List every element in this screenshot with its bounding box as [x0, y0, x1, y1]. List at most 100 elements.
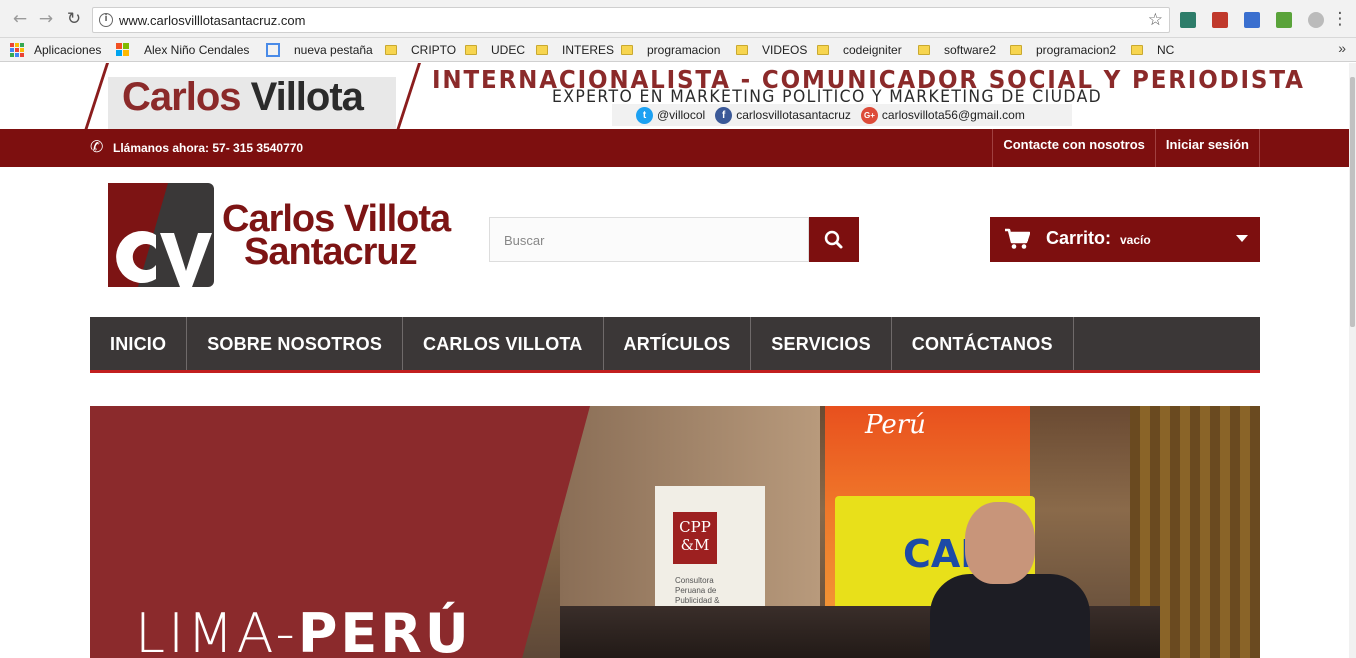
- bookmark-item[interactable]: Alex Niño Cendales: [116, 41, 249, 59]
- bookmark-label: Aplicaciones: [34, 43, 102, 57]
- folder-icon: [536, 45, 548, 55]
- cpp-logo: CPP &M: [673, 512, 717, 564]
- page-icon: [266, 43, 280, 57]
- menu-item-contactanos[interactable]: CONTÁCTANOS: [892, 317, 1074, 370]
- menu-item-inicio[interactable]: INICIO: [90, 317, 188, 370]
- call-us-text: Llámanos ahora: 57- 315 3540770: [113, 141, 304, 155]
- bookmark-folder[interactable]: INTERES: [536, 41, 614, 59]
- folder-icon: [918, 45, 930, 55]
- scrollbar-thumb[interactable]: [1350, 77, 1355, 327]
- hero-photo-speaker-body: [930, 574, 1090, 658]
- bookmark-folder[interactable]: programacion: [621, 41, 720, 59]
- forward-arrow-icon[interactable]: →: [36, 9, 56, 29]
- bookmark-label: VIDEOS: [762, 43, 808, 57]
- menu-item-articulos[interactable]: ARTÍCULOS: [604, 317, 752, 370]
- url-text[interactable]: www.carlosvilllotasantacruz.com: [119, 13, 305, 28]
- bookmark-label: software2: [944, 43, 997, 57]
- facebook-icon: f: [715, 106, 733, 124]
- bookmark-label: nueva pestaña: [294, 43, 373, 57]
- bookmark-label: Alex Niño Cendales: [144, 43, 250, 57]
- bookmark-label: NC: [1157, 43, 1175, 57]
- logo-last-name: Villota: [250, 75, 364, 119]
- bookmark-label: CRIPTO: [411, 43, 457, 57]
- search-placeholder: Buscar: [504, 233, 545, 248]
- microsoft-icon: [116, 43, 130, 57]
- bookmark-item[interactable]: nueva pestaña: [266, 41, 373, 59]
- phone-icon: ✆: [90, 137, 104, 156]
- browser-toolbar: ← → ↻ i www.carlosvilllotasantacruz.com …: [0, 0, 1356, 38]
- login-link[interactable]: Iniciar sesión: [1154, 129, 1260, 167]
- search-input[interactable]: Buscar: [489, 217, 809, 262]
- search-icon: [824, 230, 843, 249]
- bookmark-folder[interactable]: UDEC: [465, 41, 525, 59]
- folder-icon: [465, 45, 477, 55]
- facebook-handle: carlosvillotasantacruz: [736, 108, 851, 122]
- contact-us-link[interactable]: Contacte con nosotros: [992, 129, 1155, 167]
- top-contact-bar: ✆ Llámanos ahora: 57- 315 3540770 Contac…: [0, 129, 1356, 167]
- brand-line-2: Santacruz: [244, 231, 418, 273]
- bookmark-label: UDEC: [491, 43, 526, 57]
- hero-title: LIMA-PERÚ: [135, 602, 472, 658]
- bookmark-folder[interactable]: VIDEOS: [736, 41, 807, 59]
- bookmark-folder[interactable]: CRIPTO: [385, 41, 456, 59]
- facebook-link[interactable]: f carlosvillotasantacruz: [715, 106, 851, 124]
- menu-dots-icon[interactable]: ⋮: [1330, 9, 1350, 29]
- info-icon[interactable]: i: [99, 13, 113, 27]
- email-address: carlosvillota56@gmail.com: [881, 108, 1025, 122]
- menu-item-carlos-villota[interactable]: CARLOS VILLOTA: [403, 317, 604, 370]
- banner-logo[interactable]: Carlos Villota: [122, 75, 364, 120]
- cart-label: Carrito:: [1046, 228, 1112, 248]
- menu-item-sobre-nosotros[interactable]: SOBRE NOSOTROS: [187, 317, 404, 370]
- folder-icon: [1131, 45, 1143, 55]
- google-plus-link[interactable]: G+ carlosvillota56@gmail.com: [860, 106, 1025, 124]
- hero-slider[interactable]: Perú CADE CPP &M Consultora Peruana de P…: [90, 406, 1260, 658]
- extension-icon[interactable]: [1276, 12, 1292, 28]
- reload-icon[interactable]: ↻: [64, 9, 84, 29]
- extension-icon[interactable]: [1308, 12, 1324, 28]
- brand-name[interactable]: Carlos Villota Santacruz: [222, 200, 451, 273]
- google-plus-icon: G+: [860, 106, 878, 124]
- cart-icon: [1005, 228, 1030, 249]
- folder-icon: [621, 45, 633, 55]
- page-scrollbar[interactable]: [1349, 63, 1356, 658]
- cart-status: vacío: [1120, 233, 1151, 247]
- hero-photo-speaker-head: [965, 502, 1035, 584]
- extension-icon[interactable]: [1244, 12, 1260, 28]
- folder-icon: [817, 45, 829, 55]
- bookmark-apps[interactable]: Aplicaciones: [10, 41, 101, 59]
- web-page: Carlos Villota INTERNACIONALISTA - COMUN…: [0, 63, 1356, 658]
- bookmark-star-icon[interactable]: ☆: [1148, 10, 1163, 30]
- bookmark-label: programacion: [647, 43, 721, 57]
- bookmark-folder[interactable]: programacion2: [1010, 41, 1116, 59]
- bookmark-label: INTERES: [562, 43, 615, 57]
- bookmarks-bar: Aplicaciones Alex Niño Cendales nueva pe…: [0, 38, 1356, 62]
- hero-title-bold: PERÚ: [297, 602, 472, 658]
- twitter-link[interactable]: t @villocol: [636, 106, 706, 124]
- bookmark-folder[interactable]: NC: [1131, 41, 1174, 59]
- banner-divider: [84, 63, 109, 129]
- twitter-handle: @villocol: [657, 108, 706, 122]
- back-arrow-icon[interactable]: ←: [10, 9, 30, 29]
- logo-first-name: Carlos: [122, 75, 241, 119]
- bookmark-label: programacion2: [1036, 43, 1117, 57]
- search-button[interactable]: [809, 217, 859, 262]
- bookmark-folder[interactable]: software2: [918, 41, 996, 59]
- folder-icon: [1010, 45, 1022, 55]
- extension-icon[interactable]: [1212, 12, 1228, 28]
- bookmark-folder[interactable]: codeigniter: [817, 41, 902, 59]
- extension-icon[interactable]: [1180, 12, 1196, 28]
- peru-sign-text: Perú: [865, 410, 926, 440]
- cart-button[interactable]: Carrito: vacío: [990, 217, 1260, 262]
- folder-icon: [385, 45, 397, 55]
- chevron-down-icon: [1236, 235, 1248, 242]
- main-menu: INICIO SOBRE NOSOTROS CARLOS VILLOTA ART…: [90, 317, 1260, 373]
- address-bar[interactable]: i www.carlosvilllotasantacruz.com ☆: [92, 7, 1170, 33]
- banner-divider: [396, 63, 421, 129]
- menu-item-servicios[interactable]: SERVICIOS: [751, 317, 892, 370]
- hero-title-light: LIMA-: [135, 602, 298, 658]
- folder-icon: [736, 45, 748, 55]
- social-links: t @villocol f carlosvillotasantacruz G+ …: [612, 104, 1072, 126]
- header-banner: Carlos Villota INTERNACIONALISTA - COMUN…: [0, 63, 1356, 129]
- bookmarks-overflow-button[interactable]: »: [1338, 40, 1346, 56]
- cv-logo[interactable]: [108, 183, 214, 287]
